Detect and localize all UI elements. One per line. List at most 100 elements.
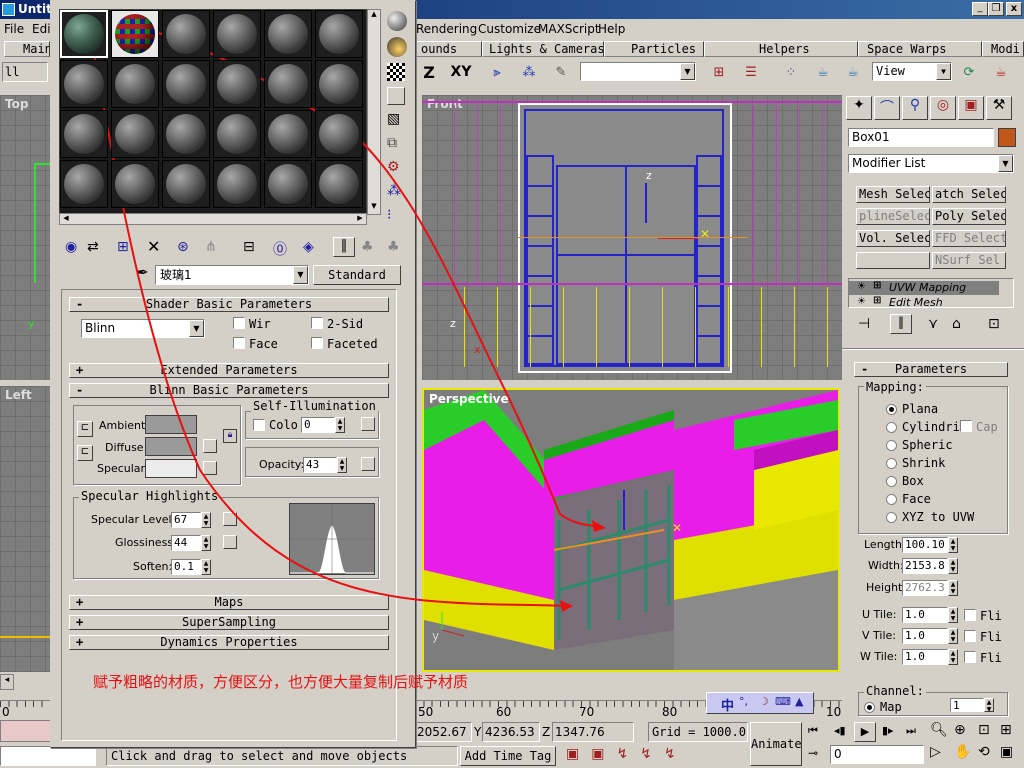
- show-end-result-mat-icon[interactable]: ‖: [333, 237, 355, 257]
- lock-ambient-diffuse-icon[interactable]: ⊏: [77, 421, 93, 437]
- mapping-radio-xyz-to-uvw[interactable]: [886, 512, 897, 523]
- material-type-button[interactable]: Standard: [313, 265, 401, 285]
- material-spheres-icon[interactable]: ⁘: [780, 61, 802, 83]
- x-coordinate-field[interactable]: 2052.67: [414, 722, 472, 742]
- reset-material-icon[interactable]: ✕: [147, 237, 160, 256]
- mapping-radio-cylindri[interactable]: [886, 422, 897, 433]
- tab-space-warps[interactable]: Space Warps: [858, 41, 982, 57]
- render-scene-icon[interactable]: ☕: [812, 61, 834, 83]
- menu-help[interactable]: Help: [598, 22, 625, 36]
- scroll-up-icon[interactable]: ▲: [368, 10, 380, 22]
- make-unique-icon[interactable]: ⋎: [928, 316, 938, 332]
- tab-helpers[interactable]: Helpers: [704, 41, 858, 57]
- axis-xy-button[interactable]: XY: [448, 61, 474, 83]
- self-illum-spinner[interactable]: 0: [301, 417, 335, 433]
- y-coordinate-field[interactable]: 4236.53: [482, 722, 540, 742]
- viewport-perspective[interactable]: ✕ y Perspective: [422, 388, 840, 672]
- sample-slot-gray-sphere[interactable]: [213, 110, 261, 158]
- go-to-end-icon[interactable]: ⏭: [906, 724, 916, 738]
- background-icon[interactable]: [387, 63, 405, 81]
- align-icon[interactable]: ⊞: [708, 61, 730, 83]
- sample-slot-gray-sphere[interactable]: [315, 160, 363, 208]
- get-material-icon[interactable]: ◉: [65, 239, 77, 255]
- faceted-checkbox[interactable]: [311, 337, 323, 349]
- wire-checkbox[interactable]: [233, 317, 245, 329]
- self-illum-spinner-arrows[interactable]: ▲ ▼: [335, 417, 345, 433]
- ime-punct-icon[interactable]: °,: [739, 695, 748, 708]
- menu-maxscript[interactable]: MAXScript: [538, 22, 600, 36]
- modifier-button-patch-select[interactable]: atch Selec: [932, 186, 1006, 203]
- modifier-button-empty[interactable]: [856, 252, 930, 269]
- sample-slot-gray-sphere[interactable]: [162, 60, 210, 108]
- add-time-tag-button[interactable]: Add Time Tag: [460, 746, 556, 766]
- z-coordinate-field[interactable]: 1347.76: [552, 722, 634, 742]
- video-color-check-icon[interactable]: ▧: [387, 111, 400, 127]
- modifier-button-nsurf-select[interactable]: NSurf Sel: [932, 252, 1006, 269]
- length-spinner-arrows[interactable]: ▲ ▼: [948, 537, 958, 553]
- width-spinner[interactable]: 2153.8: [902, 558, 948, 574]
- minimize-button[interactable]: _: [972, 2, 988, 16]
- two-sided-checkbox[interactable]: [311, 317, 323, 329]
- pin-stack-icon[interactable]: ⊣: [858, 316, 870, 332]
- w-tile-spinner[interactable]: 1.0: [902, 649, 948, 665]
- display-tab-icon[interactable]: ▣: [958, 96, 984, 120]
- zoom-icon[interactable]: 🔍︎: [930, 722, 948, 738]
- self-illum-color-checkbox[interactable]: [253, 419, 265, 431]
- modifier-button-poly-select[interactable]: Poly Selec: [932, 208, 1006, 225]
- w-flip-checkbox[interactable]: [964, 651, 976, 663]
- shader-type-dropdown[interactable]: Blinn ▼: [81, 319, 205, 338]
- menu-file[interactable]: File: [4, 22, 24, 36]
- zoom-extents-all-icon[interactable]: ⊞: [1000, 722, 1012, 738]
- map-channel-radio[interactable]: [864, 702, 875, 713]
- sample-slot-gray-sphere[interactable]: [60, 60, 108, 108]
- mapping-radio-plana[interactable]: [886, 404, 897, 415]
- glossiness-spinner[interactable]: 44: [171, 535, 201, 551]
- material-navigator-icon[interactable]: ⁝: [387, 207, 391, 223]
- sample-slot-gray-sphere[interactable]: [162, 10, 210, 58]
- remove-modifier-icon[interactable]: ⌂: [952, 316, 961, 332]
- close-button[interactable]: x: [1006, 2, 1022, 16]
- sample-slot-gray-sphere[interactable]: [111, 160, 159, 208]
- specular-map-button[interactable]: [203, 461, 217, 475]
- tab-main[interactable]: Main: [4, 41, 50, 57]
- tab-modifiers[interactable]: Modi: [982, 41, 1024, 57]
- mapping-radio-face[interactable]: [886, 494, 897, 505]
- make-preview-icon[interactable]: ⧉: [387, 135, 397, 151]
- soften-spinner-arrows[interactable]: ▲ ▼: [201, 559, 211, 575]
- layer-icon[interactable]: ☰: [740, 61, 762, 83]
- restore-button[interactable]: ❐: [988, 2, 1004, 16]
- put-to-library-icon[interactable]: ⊟: [243, 239, 255, 255]
- ime-keyboard-icon[interactable]: ⌨: [775, 695, 791, 708]
- sample-slot-gray-sphere[interactable]: [264, 160, 312, 208]
- w-tile-spinner-arrows[interactable]: ▲ ▼: [948, 649, 958, 665]
- scroll-right-icon[interactable]: ▶: [354, 214, 366, 224]
- material-effects-channel-icon[interactable]: ⓪: [273, 239, 287, 259]
- viewport-top[interactable]: Top y: [0, 95, 52, 380]
- quick-render-icon[interactable]: ☕: [842, 61, 864, 83]
- scroll-left-icon[interactable]: ◀: [60, 214, 72, 224]
- menu-customize[interactable]: Customize: [478, 22, 541, 36]
- sample-slot-gray-sphere[interactable]: [315, 60, 363, 108]
- array-icon[interactable]: ⁂: [518, 61, 540, 83]
- zoom-all-icon[interactable]: ⊕: [954, 722, 966, 738]
- viewport-perspective-label[interactable]: Perspective: [429, 392, 509, 406]
- rollout-blinn-basic[interactable]: - Blinn Basic Parameters: [69, 383, 389, 398]
- stack-item-edit-mesh[interactable]: Edit Mesh: [849, 296, 999, 307]
- viewport-left-label[interactable]: Left: [5, 388, 32, 402]
- make-unique-material-icon[interactable]: ⋔: [205, 239, 217, 255]
- select-by-material-icon[interactable]: ⁂: [387, 183, 401, 199]
- length-spinner[interactable]: 100.10: [902, 537, 948, 553]
- tab-particles[interactable]: Particles: [604, 41, 704, 57]
- opacity-map-button[interactable]: [361, 457, 375, 471]
- viewport-top-label[interactable]: Top: [5, 97, 28, 111]
- u-flip-checkbox[interactable]: [964, 609, 976, 621]
- ime-chinese-icon[interactable]: 中: [721, 695, 734, 714]
- object-color-swatch[interactable]: [998, 128, 1016, 147]
- maximize-viewport-icon[interactable]: ▣: [1000, 744, 1013, 760]
- menu-rendering[interactable]: Rendering: [416, 22, 477, 36]
- hierarchy-tab-icon[interactable]: ⚲: [902, 96, 928, 120]
- sample-slot-gray-sphere[interactable]: [315, 10, 363, 58]
- modifier-button-mesh-select[interactable]: Mesh Select: [856, 186, 930, 203]
- sample-slot-gray-sphere[interactable]: [60, 110, 108, 158]
- sample-slot-gray-sphere[interactable]: [315, 110, 363, 158]
